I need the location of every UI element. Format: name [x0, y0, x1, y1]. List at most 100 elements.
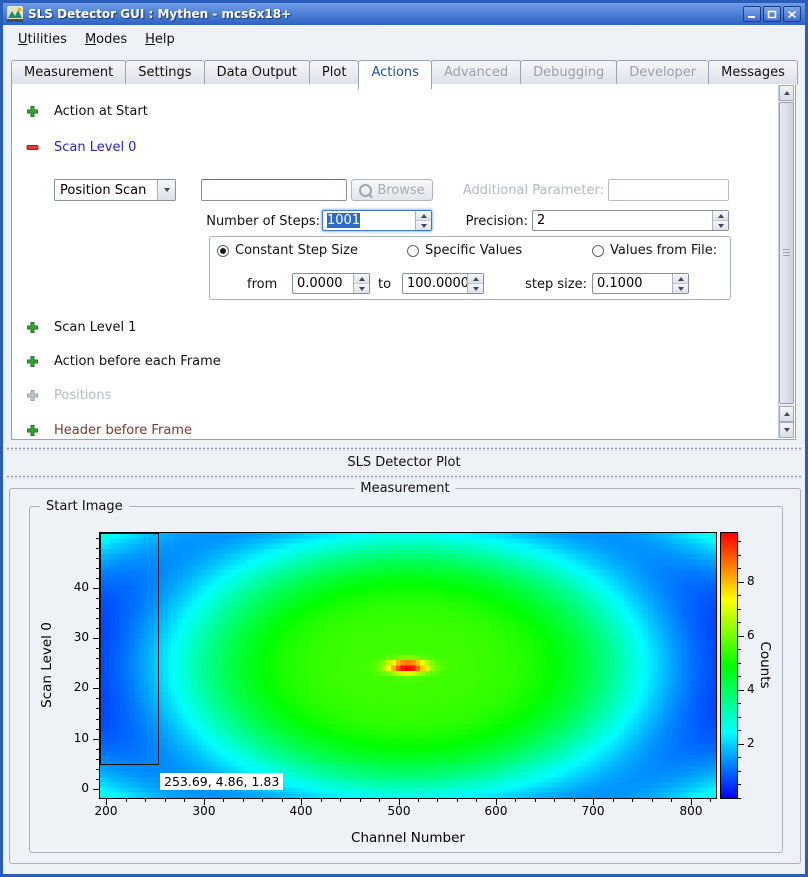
scan-mode-combo[interactable]: Position Scan: [54, 179, 176, 201]
axis-tick-label: 400: [277, 804, 325, 818]
radio-specific-values[interactable]: [407, 245, 419, 257]
tab-messages[interactable]: Messages: [708, 60, 798, 84]
spin-down-icon[interactable]: [468, 284, 483, 293]
tick-mark: [738, 555, 741, 556]
menu-modes[interactable]: Modes: [76, 28, 136, 51]
magnifier-icon: [359, 184, 372, 197]
tick-mark: [738, 568, 741, 569]
splitter-handle[interactable]: [6, 447, 802, 451]
maximize-button[interactable]: [763, 6, 781, 22]
tab-data-output[interactable]: Data Output: [204, 60, 310, 84]
scrollbar-thumb[interactable]: [779, 102, 794, 404]
header-before-frame-row[interactable]: Header before Frame: [26, 423, 192, 438]
tick-mark: [418, 799, 419, 802]
precision-value: 2: [533, 211, 712, 230]
tick-mark: [165, 799, 166, 802]
additional-parameter-input[interactable]: [608, 179, 729, 201]
minimize-button[interactable]: [743, 6, 761, 22]
tick-mark: [360, 799, 361, 802]
axis-tick-label: 500: [375, 804, 423, 818]
steps-value: 1001: [327, 213, 360, 228]
tick-mark: [96, 678, 99, 679]
radio-values-from-file[interactable]: [592, 245, 604, 257]
spin-up-icon[interactable]: [416, 211, 431, 221]
axis-tick-label: 8: [747, 574, 777, 588]
tick-mark: [145, 799, 146, 802]
spin-up-icon[interactable]: [468, 274, 483, 284]
start-image-group-title: Start Image: [40, 499, 129, 514]
tick-mark: [738, 703, 741, 704]
tick-mark: [93, 638, 99, 639]
tab-actions[interactable]: Actions: [358, 60, 432, 89]
tab-settings[interactable]: Settings: [125, 60, 204, 84]
scroll-down-button[interactable]: [779, 422, 794, 438]
to-spinbox[interactable]: 100.0000: [402, 273, 484, 294]
to-value: 100.0000: [403, 274, 467, 293]
vertical-scrollbar[interactable]: [778, 85, 794, 438]
expand-plus-icon[interactable]: [26, 355, 39, 368]
tick-mark: [515, 799, 516, 802]
scan-level-1-row[interactable]: Scan Level 1: [26, 320, 136, 335]
titlebar[interactable]: SLS Detector GUI : Mythen - mcs6x18+: [3, 3, 805, 25]
expand-plus-icon[interactable]: [26, 321, 39, 334]
spin-down-icon[interactable]: [416, 221, 431, 230]
radio-constant-step-size[interactable]: [217, 245, 229, 257]
action-before-frame-row[interactable]: Action before each Frame: [26, 354, 221, 369]
tick-mark: [457, 799, 458, 802]
tick-mark: [96, 578, 99, 579]
menu-utilities[interactable]: Utilities: [9, 28, 76, 51]
tab-developer[interactable]: Developer: [616, 60, 709, 84]
specific-values-label[interactable]: Specific Values: [425, 243, 522, 258]
from-label: from: [247, 277, 277, 292]
tick-mark: [96, 708, 99, 709]
tick-mark: [632, 799, 633, 802]
tab-plot[interactable]: Plot: [309, 60, 360, 84]
step-size-spinbox[interactable]: 0.1000: [592, 273, 689, 294]
tick-mark: [93, 688, 99, 689]
expand-plus-icon[interactable]: [26, 424, 39, 437]
from-spinbox[interactable]: 0.0000: [292, 273, 370, 294]
dock-handle[interactable]: [6, 475, 802, 479]
scan-level-0-row[interactable]: Scan Level 0: [26, 140, 136, 155]
tick-mark: [321, 799, 322, 802]
spin-down-icon[interactable]: [354, 284, 369, 293]
tick-mark: [738, 717, 741, 718]
action-at-start-row[interactable]: Action at Start: [26, 104, 148, 119]
tab-measurement[interactable]: Measurement: [11, 60, 126, 84]
spin-up-icon[interactable]: [354, 274, 369, 284]
tab-advanced[interactable]: Advanced: [431, 60, 521, 84]
menu-help[interactable]: Help: [136, 28, 184, 51]
scan-script-input[interactable]: [201, 179, 347, 201]
y-axis-title: Scan Level 0: [39, 605, 55, 725]
heatmap-plot[interactable]: [99, 532, 717, 799]
scroll-up-button[interactable]: [779, 85, 794, 101]
tick-mark: [223, 799, 224, 802]
tick-mark: [738, 676, 741, 677]
browse-button[interactable]: Browse: [351, 179, 433, 201]
tick-mark: [738, 649, 741, 650]
axis-tick-label: 800: [667, 804, 715, 818]
scroll-up-button-2[interactable]: [779, 406, 794, 422]
constant-step-label[interactable]: Constant Step Size: [235, 243, 358, 258]
values-from-file-label[interactable]: Values from File:: [610, 243, 717, 258]
tick-mark: [96, 568, 99, 569]
steps-spinbox[interactable]: 1001: [322, 210, 432, 231]
spin-down-icon[interactable]: [713, 221, 728, 230]
tick-mark: [96, 648, 99, 649]
tick-mark: [738, 609, 741, 610]
tick-mark: [652, 799, 653, 802]
expand-plus-icon[interactable]: [26, 105, 39, 118]
tick-mark: [96, 608, 99, 609]
collapse-minus-icon[interactable]: [26, 141, 39, 154]
spin-down-icon[interactable]: [673, 284, 688, 293]
expand-plus-icon-disabled: [26, 389, 39, 402]
colorbar: [720, 532, 738, 799]
tick-mark: [613, 799, 614, 802]
tab-debugging[interactable]: Debugging: [520, 60, 617, 84]
precision-spinbox[interactable]: 2: [532, 210, 729, 231]
header-before-frame-label: Header before Frame: [54, 423, 192, 438]
combo-dropdown-icon[interactable]: [157, 180, 175, 200]
spin-up-icon[interactable]: [713, 211, 728, 221]
spin-up-icon[interactable]: [673, 274, 688, 284]
close-button[interactable]: [783, 6, 801, 22]
